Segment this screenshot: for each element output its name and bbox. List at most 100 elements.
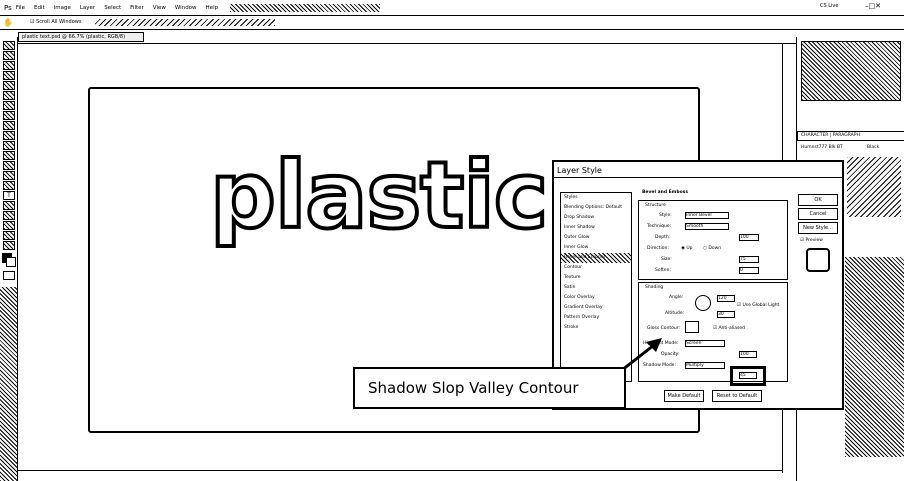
- font-family-field[interactable]: Humnst777 Blk BT: [801, 145, 843, 150]
- move-tool-icon[interactable]: [3, 41, 15, 50]
- style-item-texture[interactable]: Texture: [561, 273, 631, 283]
- hand-tool-icon[interactable]: [3, 231, 15, 240]
- structure-label: Structure: [645, 203, 666, 208]
- depth-input[interactable]: 100: [739, 234, 759, 241]
- blur-tool-icon[interactable]: [3, 161, 15, 170]
- dir-up-label: Up: [686, 246, 693, 251]
- shading-label: Shading: [645, 285, 664, 290]
- style-item-blending[interactable]: Blending Options: Default: [561, 203, 631, 213]
- new-style-button[interactable]: New Style...: [798, 222, 838, 234]
- style-item-inner-glow[interactable]: Inner Glow: [561, 243, 631, 253]
- direction-up-radio[interactable]: ◉ Up: [681, 246, 693, 251]
- scroll-all-checkbox[interactable]: ☑ Scroll All Windows: [30, 19, 81, 25]
- style-label: Style:: [659, 213, 672, 218]
- menu-image[interactable]: Image: [54, 5, 71, 11]
- scroll-all-label: Scroll All Windows: [36, 19, 82, 25]
- highlight-opacity-input[interactable]: 100: [739, 351, 757, 358]
- direction-down-radio[interactable]: ○ Down: [703, 246, 721, 251]
- menu-window[interactable]: Window: [175, 5, 197, 11]
- menu-view[interactable]: View: [153, 5, 166, 11]
- preview-checkbox[interactable]: ☑ Preview: [800, 238, 823, 243]
- marquee-tool-icon[interactable]: [3, 51, 15, 60]
- quick-select-tool-icon[interactable]: [3, 71, 15, 80]
- style-item-outer-glow[interactable]: Outer Glow: [561, 233, 631, 243]
- style-item-bevel-emboss[interactable]: Bevel and Emboss: [561, 253, 631, 263]
- highlight-mode-select[interactable]: Screen: [685, 340, 725, 347]
- direction-label: Direction:: [647, 246, 669, 251]
- angle-input[interactable]: 120: [717, 295, 735, 302]
- toolbar-texture: [0, 287, 17, 481]
- style-item-satin[interactable]: Satin: [561, 283, 631, 293]
- shape-tool-icon[interactable]: [3, 211, 15, 220]
- zoom-tool-icon[interactable]: [3, 241, 15, 250]
- stamp-tool-icon[interactable]: [3, 121, 15, 130]
- eraser-tool-icon[interactable]: [3, 141, 15, 150]
- menu-help[interactable]: Help: [206, 5, 219, 11]
- option-buttons[interactable]: [95, 19, 275, 26]
- style-select[interactable]: Inner Bevel: [685, 212, 729, 219]
- soften-input[interactable]: 0: [739, 267, 759, 274]
- path-select-icon[interactable]: [3, 201, 15, 210]
- layers-panel[interactable]: [845, 257, 904, 457]
- dodge-tool-icon[interactable]: [3, 171, 15, 180]
- cancel-button[interactable]: Cancel: [798, 208, 838, 220]
- make-default-button[interactable]: Make Default: [664, 390, 704, 402]
- callout-label: Shadow Slop Valley Contour: [353, 367, 626, 409]
- style-item-gradient-overlay[interactable]: Gradient Overlay: [561, 303, 631, 313]
- tools-panel: T: [0, 37, 18, 481]
- menu-edit[interactable]: Edit: [34, 5, 45, 11]
- document-tab[interactable]: plastic text.psd @ 66.7% (plastic, RGB/8…: [18, 32, 144, 42]
- angle-dial[interactable]: [695, 295, 711, 311]
- healing-tool-icon[interactable]: [3, 101, 15, 110]
- window-controls[interactable]: –□✕: [865, 2, 881, 10]
- anti-aliased-checkbox[interactable]: ☑ Anti-aliased: [713, 326, 745, 331]
- background-color-swatch[interactable]: [6, 257, 16, 267]
- size-input[interactable]: 75: [739, 256, 759, 263]
- history-brush-icon[interactable]: [3, 131, 15, 140]
- eyedropper-tool-icon[interactable]: [3, 91, 15, 100]
- type-tool-icon[interactable]: T: [3, 191, 15, 200]
- altitude-input[interactable]: 30: [717, 311, 735, 318]
- style-item-contour[interactable]: Contour: [561, 263, 631, 273]
- shadow-mode-select[interactable]: Multiply: [685, 362, 725, 369]
- preview-label: Preview: [805, 238, 823, 243]
- size-label: Size:: [661, 257, 672, 262]
- gradient-tool-icon[interactable]: [3, 151, 15, 160]
- dir-down-label: Down: [708, 246, 722, 251]
- technique-label: Technique:: [647, 224, 672, 229]
- style-item-styles[interactable]: Styles: [561, 193, 631, 203]
- gloss-contour-picker[interactable]: [685, 321, 699, 333]
- ok-button[interactable]: OK: [798, 194, 838, 206]
- lasso-tool-icon[interactable]: [3, 61, 15, 70]
- 3d-tool-icon[interactable]: [3, 221, 15, 230]
- quick-mask-icon[interactable]: [3, 271, 15, 280]
- ps-logo: Ps: [4, 3, 12, 12]
- font-style-field[interactable]: Black: [867, 145, 879, 150]
- menu-filter[interactable]: Filter: [130, 5, 144, 11]
- menu-file[interactable]: File: [16, 5, 25, 11]
- options-bar: ✋ ☑ Scroll All Windows: [0, 16, 904, 30]
- menu-layer[interactable]: Layer: [80, 5, 95, 11]
- navigator-panel[interactable]: [801, 41, 901, 101]
- preview-swatch: [806, 248, 830, 272]
- pen-tool-icon[interactable]: [3, 181, 15, 190]
- character-paragraph-tabs[interactable]: CHARACTER | PARAGRAPH: [797, 131, 904, 141]
- structure-group: Structure Style: Inner Bevel Technique: …: [638, 200, 788, 280]
- anti-aliased-label: Anti-aliased: [718, 326, 746, 331]
- global-light-checkbox[interactable]: ☑ Use Global Light: [737, 303, 779, 308]
- hand-tool-icon: ✋: [3, 18, 13, 27]
- style-item-pattern-overlay[interactable]: Pattern Overlay: [561, 313, 631, 323]
- plastic-text-layer: plastic: [208, 142, 550, 249]
- reset-default-button[interactable]: Reset to Default: [712, 390, 762, 402]
- app-bar-icons[interactable]: [230, 4, 380, 12]
- horizontal-scrollbar[interactable]: [18, 470, 782, 480]
- menu-select[interactable]: Select: [104, 5, 121, 11]
- style-item-inner-shadow[interactable]: Inner Shadow: [561, 223, 631, 233]
- style-item-drop-shadow[interactable]: Drop Shadow: [561, 213, 631, 223]
- technique-select[interactable]: Smooth: [685, 223, 729, 230]
- brush-tool-icon[interactable]: [3, 111, 15, 120]
- workspace-switcher[interactable]: CS Live: [820, 3, 838, 9]
- style-item-color-overlay[interactable]: Color Overlay: [561, 293, 631, 303]
- character-options[interactable]: [847, 157, 901, 217]
- crop-tool-icon[interactable]: [3, 81, 15, 90]
